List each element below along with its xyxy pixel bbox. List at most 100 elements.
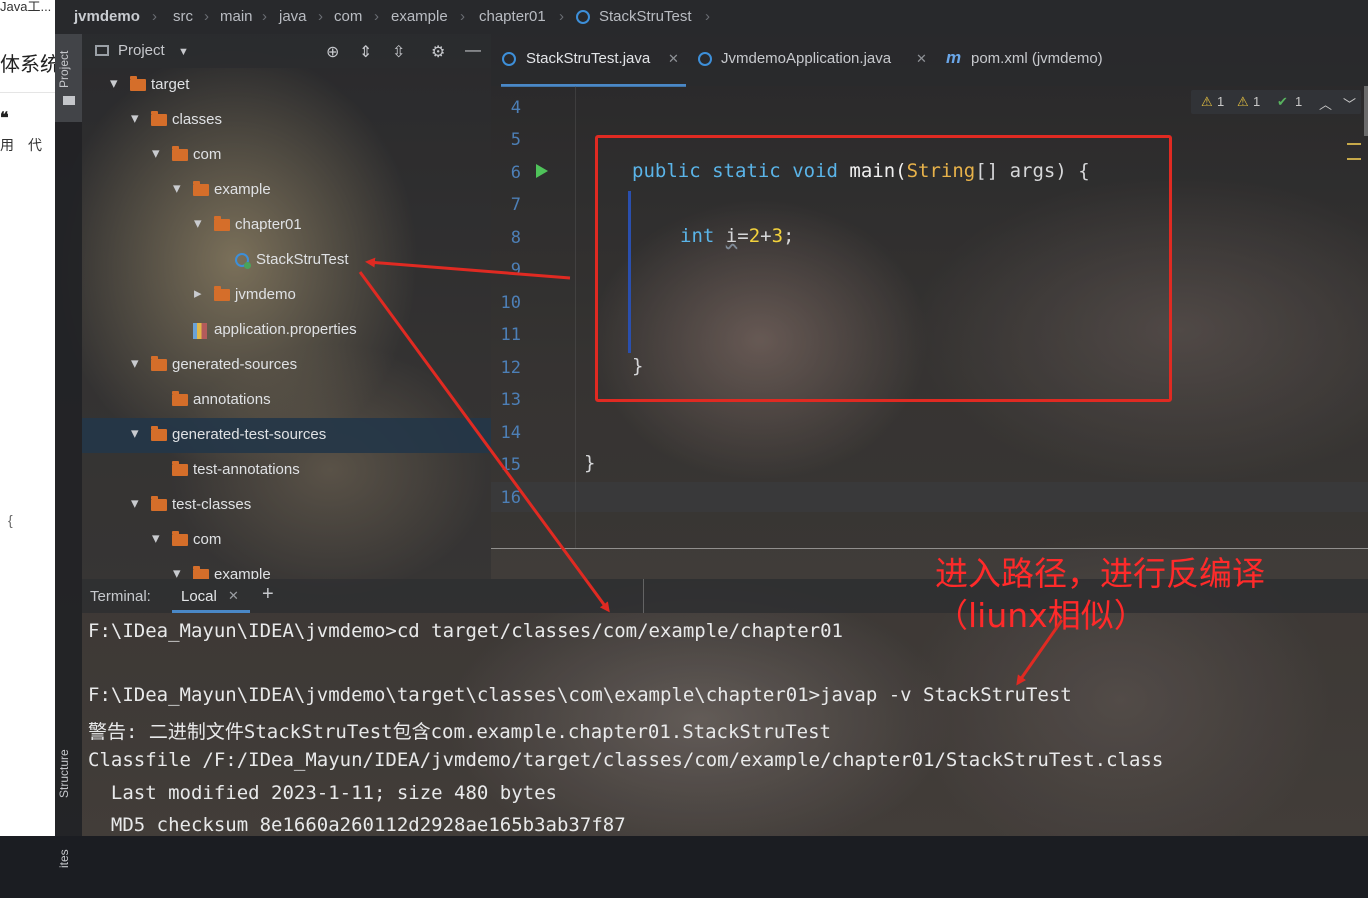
code-line-close-class: } [584,452,596,474]
line-number: 4 [510,98,521,118]
warning-count: 1 [1217,94,1225,109]
current-line-highlight [491,482,1368,512]
tree-item-example[interactable]: ▾ example [82,173,491,208]
class-icon [576,10,590,24]
chevron-right-icon: › [152,8,157,25]
locate-icon[interactable]: ⊕ [326,42,339,62]
tree-item-stackstrutest[interactable]: StackStruTest [82,243,491,278]
line-number: 11 [500,325,521,345]
quote-icon: ❝ [0,110,9,127]
tree-item-label: generated-sources [172,356,298,373]
collapse-all-icon[interactable]: ⇳ [392,42,405,62]
tree-item-label: application.properties [214,321,357,338]
project-panel: Project ▼ ⊕ ⇕ ⇳ ⚙ — ▾ target ▾ classes ▾ com ▾… [82,34,491,579]
line-number: 14 [500,423,521,443]
properties-file-icon [193,323,207,339]
terminal-line: Last modified 2023-1-11; size 480 bytes [88,782,557,804]
chevron-down-icon[interactable]: ▾ [131,109,143,127]
terminal-tab-local[interactable]: Local [181,588,217,605]
chevron-down-icon[interactable]: ▾ [194,214,206,232]
line-number: 15 [500,455,521,475]
tree-item-com[interactable]: ▾ com [82,138,491,173]
line-number: 7 [510,195,521,215]
chevron-down-icon[interactable]: ▾ [110,74,122,92]
article-line-fragment: 用 代 [0,137,42,153]
chevron-down-icon[interactable]: ▾ [173,564,185,579]
inspection-widget[interactable]: ⚠ 1 ⚠ 1 ✔ 1 ︿ ﹀ [1191,90,1361,114]
tree-item-test-annotations[interactable]: test-annotations [82,453,491,488]
close-icon[interactable]: ✕ [228,588,239,604]
check-icon: ✔ [1277,94,1288,109]
chevron-right-icon[interactable]: ▸ [194,284,206,302]
weak-warning-count: 1 [1253,94,1261,109]
line-number: 9 [510,260,521,280]
expand-all-icon[interactable]: ⇕ [359,42,372,62]
tree-item-label: jvmdemo [235,286,296,303]
breadcrumb-com[interactable]: com [334,8,362,25]
gear-icon[interactable]: ⚙ [431,42,445,62]
tab-pom[interactable]: pom.xml (jvmdemo) [971,50,1103,67]
run-icon[interactable] [536,164,548,178]
chevron-down-icon[interactable]: ▾ [131,494,143,512]
tree-item-classes[interactable]: ▾ classes [82,103,491,138]
minimize-icon[interactable]: — [465,42,481,60]
tree-item-test-classes[interactable]: ▾ test-classes [82,488,491,523]
chevron-down-icon[interactable]: ▾ [152,529,164,547]
tool-tab-favorites[interactable]: ites [57,849,80,898]
tree-item-annotations[interactable]: annotations [82,383,491,418]
tree-item-example[interactable]: ▾ example [82,558,491,579]
folder-icon [151,356,167,371]
breadcrumb-example[interactable]: example [391,8,448,25]
chevron-right-icon: › [318,8,323,25]
terminal-output[interactable]: F:\IDea_Mayun\IDEA\jvmdemo>cd target/cla… [82,613,1368,836]
add-icon[interactable]: + [262,583,274,606]
tree-item-com[interactable]: ▾ com [82,523,491,558]
chevron-down-icon[interactable]: ▾ [152,144,164,162]
chevron-down-icon[interactable]: ▾ [173,179,185,197]
tree-item-label: com [193,531,222,548]
annotation-text: 进入路径，进行反编译（liunx相似） [935,554,1265,635]
project-view-selector[interactable]: Project [118,42,165,59]
tree-item-label: test-classes [172,496,252,513]
folder-icon [151,426,167,441]
tree-item-label: com [193,146,222,163]
breadcrumb-class[interactable]: StackStruTest [599,8,692,25]
terminal-line: 警告: 二进制文件StackStruTest包含com.example.chap… [88,721,831,743]
dropdown-arrow-icon[interactable]: ▼ [178,46,189,58]
next-highlight-icon[interactable]: ﹀ [1343,94,1356,113]
tree-item-generated-sources[interactable]: ▾ generated-sources [82,348,491,383]
close-icon[interactable]: ✕ [668,51,679,67]
vertical-scrollbar[interactable] [1364,86,1368,136]
tree-item-jvmdemo[interactable]: ▸ jvmdemo [82,278,491,313]
tree-item-chapter01[interactable]: ▾ chapter01 [82,208,491,243]
typo-count: 1 [1295,94,1303,109]
close-icon[interactable]: ✕ [916,51,927,67]
scroll-marker [1347,143,1361,145]
chevron-right-icon: › [374,8,379,25]
terminal-label: Terminal: [90,588,151,605]
breadcrumb-project[interactable]: jvmdemo [74,8,140,25]
tree-item-label: StackStruTest [256,251,349,268]
scroll-marker [1347,158,1361,160]
tree-item-generated-test-sources[interactable]: ▾ generated-test-sources [82,418,491,453]
browser-tab-fragment[interactable]: Java工... [0,0,51,15]
line-number: 10 [500,293,521,313]
breadcrumb-java[interactable]: java [279,8,307,25]
line-number: 16 [500,488,521,508]
tree-item-target[interactable]: ▾ target [82,68,491,103]
terminal-line: Classfile /F:/IDea_Mayun/IDEA/jvmdemo/ta… [88,749,1164,771]
divider [643,579,644,613]
breadcrumb-main[interactable]: main [220,8,253,25]
tab-jvmdemoapplication[interactable]: JvmdemoApplication.java [721,50,891,67]
chevron-down-icon[interactable]: ▾ [131,424,143,442]
terminal-line: MD5 checksum 8e1660a260112d2928ae165b3ab… [88,814,626,836]
breadcrumb-src[interactable]: src [173,8,193,25]
tree-item-label: classes [172,111,223,128]
tree-item-application-properties[interactable]: application.properties [82,313,491,348]
class-icon [698,52,712,66]
tab-stackstrutest[interactable]: StackStruTest.java [526,50,650,67]
folder-icon [214,216,230,231]
breadcrumb-chapter01[interactable]: chapter01 [479,8,546,25]
chevron-down-icon[interactable]: ▾ [131,354,143,372]
previous-highlight-icon[interactable]: ︿ [1319,94,1332,113]
